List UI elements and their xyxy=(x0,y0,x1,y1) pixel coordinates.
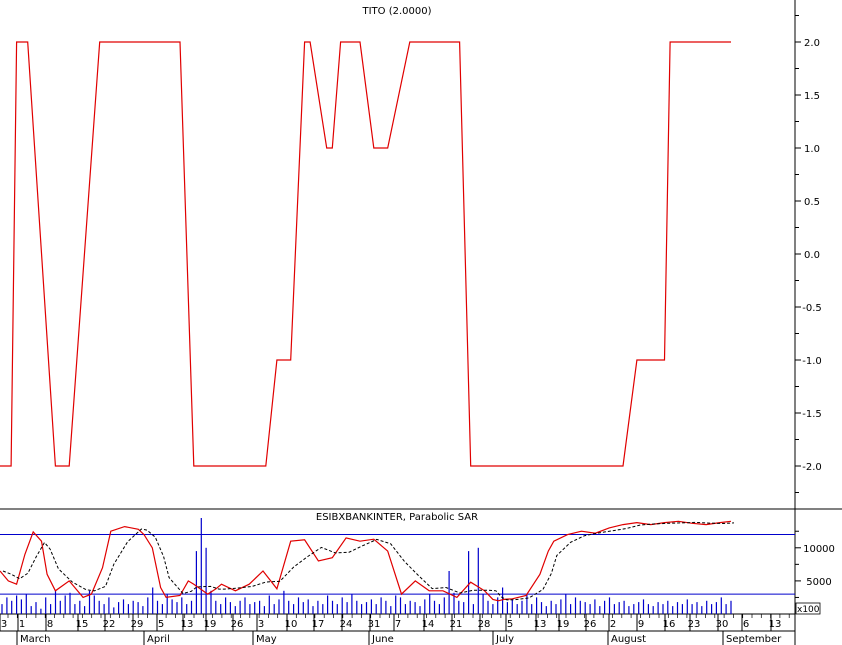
x-day-label: 15 xyxy=(76,619,89,630)
x-day-label: 19 xyxy=(204,619,217,630)
x-month-label: May xyxy=(256,634,277,645)
y-tick-label: -1.5 xyxy=(802,409,822,420)
x-day-label: 2 xyxy=(610,619,616,630)
x-month-label: March xyxy=(20,634,50,645)
y-tick-label: 0.0 xyxy=(804,250,820,261)
reference-lines xyxy=(0,534,795,595)
x-day-label: 22 xyxy=(103,619,116,630)
price-line xyxy=(0,520,732,602)
y-tick-label: 5000 xyxy=(806,577,831,588)
x-day-label: 7 xyxy=(395,619,401,630)
bottom-series xyxy=(0,520,735,602)
x-day-label: 13 xyxy=(534,619,547,630)
x-day-label: 8 xyxy=(47,619,53,630)
top-panel-title: TITO (2.0000) xyxy=(361,6,431,17)
x-day-label: 13 xyxy=(181,619,194,630)
chart-canvas: TITO (2.0000) 2.0 1.5 1.0 0.5 0.0 -0.5 -1.0 -1.… xyxy=(0,0,842,645)
x-day-label: 5 xyxy=(158,619,164,630)
x-day-label: 31 xyxy=(368,619,381,630)
x-day-label: 6 xyxy=(743,619,749,630)
x-day-label: 28 xyxy=(478,619,491,630)
x-day-label: 26 xyxy=(584,619,597,630)
x-day-label: 9 xyxy=(638,619,644,630)
x-day-label: 14 xyxy=(422,619,435,630)
top-panel: TITO (2.0000) 2.0 1.5 1.0 0.5 0.0 -0.5 -1.0 -1.… xyxy=(0,0,842,645)
bottom-panel: ESIBXBANKINTER, Parabolic SAR 100005000 … xyxy=(0,512,835,615)
y-tick-label: 1.0 xyxy=(804,144,820,155)
x-day-label: 17 xyxy=(312,619,325,630)
x-day-label: 16 xyxy=(663,619,676,630)
x-day-labels: 3 1 8 15 22 29 5 13 19 26 3 10 17 24 31 7 14 21 28 5 13 19 26 2… xyxy=(1,619,782,630)
x-month-label: July xyxy=(495,634,514,645)
x-month-labels: March April May June July August September xyxy=(16,631,782,645)
x-day-label: 30 xyxy=(716,619,729,630)
y-tick-label: 0.5 xyxy=(804,197,820,208)
bottom-panel-title: ESIBXBANKINTER, Parabolic SAR xyxy=(316,512,478,523)
x-day-label: 26 xyxy=(231,619,244,630)
x-day-label: 13 xyxy=(769,619,782,630)
x-axis: 3 1 8 15 22 29 5 13 19 26 3 10 17 24 31 7 14 21 28 5 13 19 26 2… xyxy=(0,614,795,645)
x-day-label: 1 xyxy=(19,619,25,630)
bottom-y-axis: 10000 5000 xyxy=(795,530,835,598)
top-y-axis: 2.0 1.5 1.0 0.5 0.0 -0.5 -1.0 -1.5 -2.0 xyxy=(795,15,822,493)
y-tick-label: 1.5 xyxy=(804,91,820,102)
x-day-label: 3 xyxy=(1,619,7,630)
top-series xyxy=(0,41,731,467)
x-month-label: April xyxy=(147,634,170,645)
y-tick-label: -0.5 xyxy=(802,303,822,314)
y-tick-label: 2.0 xyxy=(804,38,820,49)
x-day-label: 29 xyxy=(131,619,144,630)
y-tick-label: -1.0 xyxy=(802,356,822,367)
x-day-label: 21 xyxy=(450,619,463,630)
y-tick-label: 10000 xyxy=(803,544,835,555)
x-month-label: August xyxy=(611,634,646,645)
x-day-label: 3 xyxy=(258,619,264,630)
x-day-label: 5 xyxy=(507,619,513,630)
volume-bars xyxy=(1,518,732,614)
tito-line xyxy=(0,41,731,467)
scale-label: x100 xyxy=(797,605,820,615)
x-day-label: 24 xyxy=(340,619,353,630)
x-day-label: 23 xyxy=(688,619,701,630)
x-month-label: September xyxy=(726,634,782,645)
x-day-label: 10 xyxy=(285,619,298,630)
y-tick-label: -2.0 xyxy=(802,462,822,473)
x-day-label: 19 xyxy=(557,619,570,630)
sar-line xyxy=(2,521,735,601)
x-month-label: June xyxy=(371,634,394,645)
